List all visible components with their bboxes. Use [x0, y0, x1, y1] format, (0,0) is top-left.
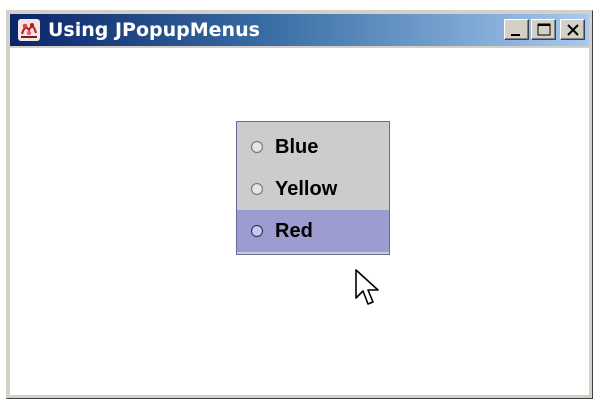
minimize-button[interactable]: [504, 19, 529, 40]
java-app-icon[interactable]: [17, 18, 41, 42]
menu-item-red[interactable]: Red: [237, 210, 389, 252]
close-button[interactable]: [560, 19, 585, 40]
minimize-icon: [511, 34, 520, 36]
radio-button-icon[interactable]: [250, 182, 264, 196]
title-bar[interactable]: Using JPopupMenus: [10, 14, 589, 46]
maximize-icon: [537, 23, 551, 36]
menu-item-blue[interactable]: Blue: [237, 126, 389, 168]
menu-item-label: Red: [275, 219, 313, 242]
window-title: Using JPopupMenus: [48, 19, 260, 41]
radio-button-icon[interactable]: [250, 224, 264, 238]
radio-button-icon[interactable]: [250, 140, 264, 154]
maximize-button[interactable]: [531, 19, 556, 40]
menu-item-label: Yellow: [275, 177, 338, 200]
popup-menu: Blue Yellow Red: [236, 121, 390, 255]
close-icon: [567, 24, 579, 36]
menu-item-yellow[interactable]: Yellow: [237, 168, 389, 210]
menu-item-label: Blue: [275, 135, 319, 158]
arrow-pointer-icon: [355, 269, 379, 305]
window-controls: [504, 19, 585, 40]
